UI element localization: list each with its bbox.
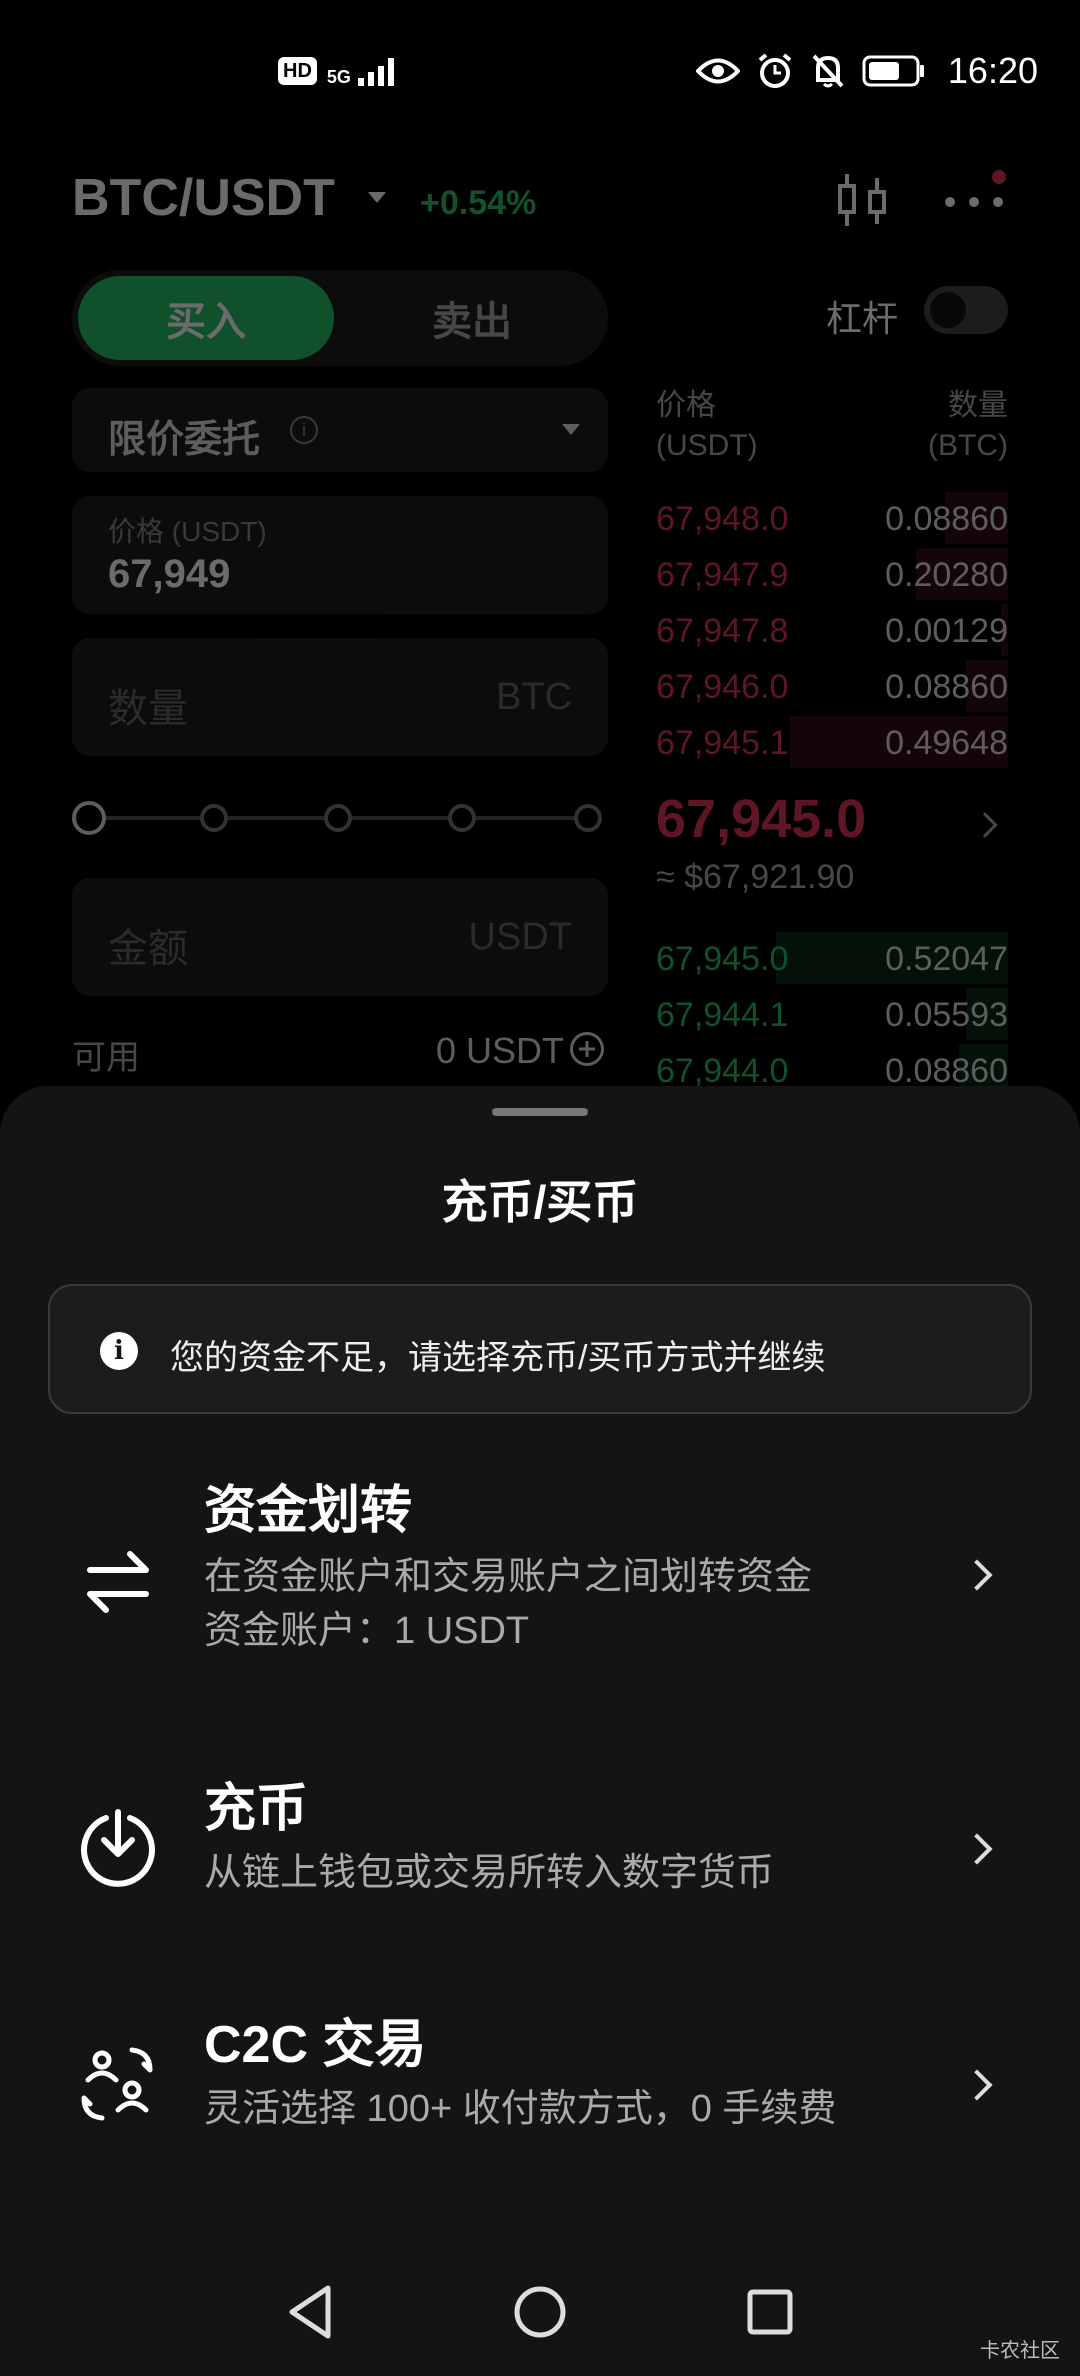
quantity-unit: BTC	[496, 676, 572, 718]
last-price-usd: ≈ $67,921.90	[656, 858, 855, 896]
chevron-right-icon	[961, 1833, 993, 1865]
available-value: 0 USDT	[436, 1030, 565, 1071]
orderbook-qty-header: 数量 (BTC)	[928, 389, 1008, 462]
price-input[interactable]: 价格 (USDT) 67,949	[72, 496, 608, 614]
slider-node[interactable]	[574, 804, 602, 832]
eye-icon	[695, 58, 740, 84]
price-value: 67,949	[108, 552, 231, 596]
home-circle-icon[interactable]	[508, 2280, 572, 2344]
option-desc: 在资金账户和交易账户之间划转资金 资金账户：1 USDT	[204, 1550, 812, 1658]
add-funds-icon[interactable]	[570, 1032, 604, 1066]
notice-text: 您的资金不足，请选择充币/买币方式并继续	[170, 1339, 826, 1377]
alarm-icon	[758, 53, 792, 88]
order-type-label: 限价委托	[108, 419, 261, 461]
ask-row[interactable]: 67,948.0 0.08860	[656, 490, 1008, 546]
notification-dot	[992, 170, 1006, 184]
ask-row[interactable]: 67,947.9 0.20280	[656, 546, 1008, 602]
transfer-arrows-icon	[87, 1551, 149, 1613]
deposit-buy-sheet: 充币/买币 i 您的资金不足，请选择充币/买币方式并继续 资金划转 在资金账户和…	[0, 1086, 1080, 2376]
insufficient-funds-notice: i 您的资金不足，请选择充币/买币方式并继续	[48, 1284, 1032, 1414]
chevron-right-icon	[961, 1559, 993, 1591]
orderbook-bids: 67,945.0 0.52047 67,944.1 0.05593 67,944.0…	[656, 930, 1008, 1098]
info-icon: i	[100, 1332, 138, 1370]
option-title: C2C 交易	[204, 2016, 427, 2074]
amount-unit: USDT	[468, 916, 572, 958]
mute-bell-icon	[812, 54, 844, 88]
network-label: 5G	[326, 67, 351, 87]
back-triangle-icon[interactable]	[278, 2280, 342, 2344]
more-icon[interactable]	[942, 192, 1006, 212]
system-nav-bar	[0, 2260, 1080, 2376]
orderbook-asks: 67,948.0 0.08860 67,947.9 0.20280 67,947.8…	[656, 490, 1008, 770]
option-title: 资金划转	[204, 1482, 413, 1540]
clock: 16:20	[947, 50, 1038, 91]
ask-row[interactable]: 67,947.8 0.00129	[656, 602, 1008, 658]
bid-row[interactable]: 67,945.0 0.52047	[656, 930, 1008, 986]
toggle-knob	[930, 292, 966, 328]
funding-account-balance: 资金账户：1 USDT	[204, 1610, 530, 1652]
signal-icon: 5G	[327, 56, 402, 86]
recents-square-icon[interactable]	[738, 2280, 802, 2344]
option-desc: 灵活选择 100+ 收付款方式，0 手续费	[204, 2088, 837, 2130]
option-c2c[interactable]: C2C 交易 灵活选择 100+ 收付款方式，0 手续费	[0, 2002, 1080, 2162]
ask-row[interactable]: 67,945.1 0.49648	[656, 714, 1008, 770]
pair-change: +0.54%	[420, 184, 537, 222]
option-fund-transfer[interactable]: 资金划转 在资金账户和交易账户之间划转资金 资金账户：1 USDT	[0, 1466, 1080, 1686]
chevron-right-icon	[961, 2069, 993, 2101]
quantity-placeholder: 数量	[108, 687, 188, 731]
deposit-download-icon	[81, 1809, 155, 1887]
slider-node[interactable]	[200, 804, 228, 832]
slider-node[interactable]	[448, 804, 476, 832]
bid-row[interactable]: 67,944.1 0.05593	[656, 986, 1008, 1042]
info-icon[interactable]: i	[290, 416, 318, 444]
caret-down-icon[interactable]	[368, 192, 386, 203]
amount-slider[interactable]	[72, 798, 608, 838]
buy-sell-switch: 买入 卖出	[72, 270, 608, 366]
candlestick-chart-icon[interactable]	[832, 170, 892, 230]
chevron-right-icon[interactable]	[972, 812, 998, 838]
buy-tab[interactable]: 买入	[78, 276, 334, 360]
option-deposit[interactable]: 充币 从链上钱包或交易所转入数字货币	[0, 1766, 1080, 1926]
order-type-select[interactable]: 限价委托 i	[72, 388, 608, 472]
hd-badge: HD	[278, 57, 317, 85]
available-label: 可用	[72, 1039, 140, 1077]
quantity-input[interactable]: 数量 BTC	[72, 638, 608, 756]
battery-icon	[862, 55, 924, 87]
status-bar: HD 5G 16:20	[0, 0, 1080, 150]
last-price: 67,945.0	[656, 789, 867, 849]
status-left: HD 5G	[278, 56, 402, 86]
c2c-exchange-icon	[81, 2047, 153, 2121]
pair-header: BTC/USDT +0.54%	[72, 152, 1012, 242]
caret-down-icon	[562, 424, 580, 435]
amount-placeholder: 金额	[108, 927, 188, 971]
sheet-drag-handle[interactable]	[492, 1108, 588, 1116]
leverage-toggle[interactable]	[924, 286, 1008, 334]
watermark: 卡农社区	[980, 2340, 1060, 2362]
slider-node[interactable]	[324, 804, 352, 832]
pair-selector[interactable]: BTC/USDT	[72, 168, 335, 228]
status-right: 16:20	[695, 50, 1038, 92]
ask-row[interactable]: 67,946.0 0.08860	[656, 658, 1008, 714]
sell-tab[interactable]: 卖出	[342, 276, 602, 360]
orderbook-price-header: 价格 (USDT)	[656, 389, 758, 462]
trading-page: BTC/USDT +0.54% 买入 卖出 杠杆 限价委托 i 价格 (USDT…	[0, 130, 1080, 1096]
price-label: 价格 (USDT)	[108, 516, 267, 547]
sheet-title: 充币/买币	[441, 1176, 639, 1228]
amount-input[interactable]: 金额 USDT	[72, 878, 608, 996]
option-title: 充币	[204, 1780, 309, 1838]
slider-node[interactable]	[72, 801, 106, 835]
leverage-label: 杠杆	[826, 298, 899, 339]
option-desc: 从链上钱包或交易所转入数字货币	[204, 1852, 775, 1894]
